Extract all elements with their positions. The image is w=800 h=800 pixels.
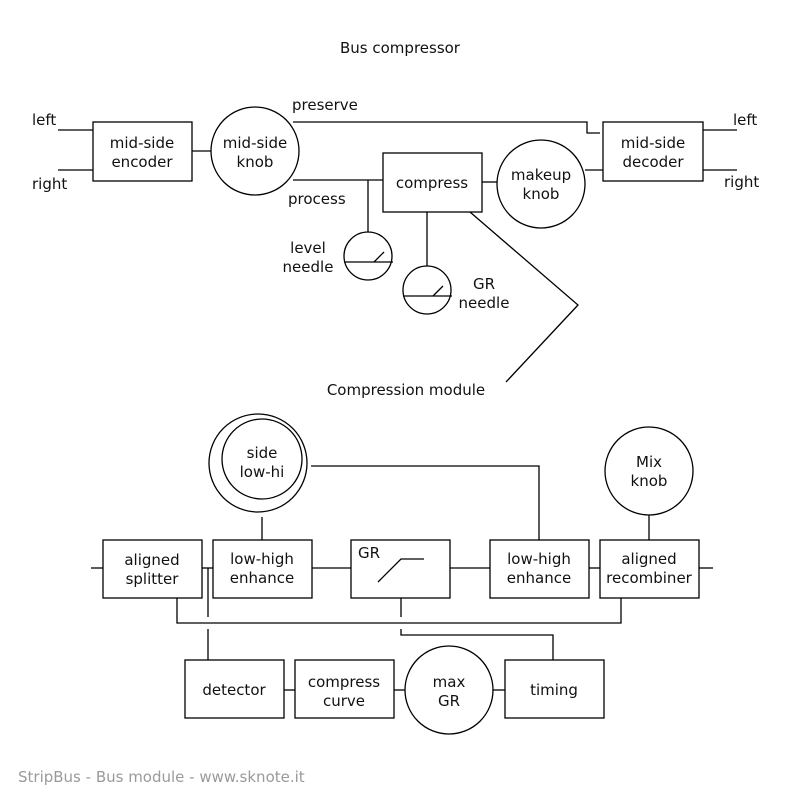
max-gr-label-1: max bbox=[433, 673, 466, 691]
side-knob-label-2: low-hi bbox=[240, 463, 285, 481]
level-needle-meter bbox=[343, 231, 393, 281]
ms-knob-label-2: knob bbox=[237, 153, 274, 171]
diagram-canvas: Bus compressor left right mid-side encod… bbox=[18, 39, 759, 786]
footer-credit: StripBus - Bus module - www.sknote.it bbox=[18, 768, 305, 786]
preserve-path bbox=[293, 121, 600, 134]
level-needle-label-2: needle bbox=[283, 258, 334, 276]
enhance1-label-1: low-high bbox=[230, 550, 294, 568]
preserve-label: preserve bbox=[292, 96, 358, 114]
recombiner-label-1: aligned bbox=[621, 550, 676, 568]
mix-knob-label-1: Mix bbox=[636, 453, 662, 471]
curve-label-1: compress bbox=[308, 673, 380, 691]
side-knob-to-enhance2-line bbox=[311, 465, 540, 540]
timing-label: timing bbox=[530, 681, 578, 699]
ms-knob-label-1: mid-side bbox=[223, 134, 287, 152]
encoder-label-1: mid-side bbox=[110, 134, 174, 152]
recombiner-label-2: recombiner bbox=[606, 569, 693, 587]
level-needle-label-1: level bbox=[290, 239, 326, 257]
decoder-label-1: mid-side bbox=[621, 134, 685, 152]
max-gr-label-2: GR bbox=[438, 692, 460, 710]
callout-label: Compression module bbox=[327, 381, 485, 399]
makeup-label-2: knob bbox=[523, 185, 560, 203]
enhance2-label-1: low-high bbox=[507, 550, 571, 568]
aligned-splitter-block bbox=[102, 539, 203, 599]
encoder-label-2: encoder bbox=[111, 153, 173, 171]
splitter-label-1: aligned bbox=[124, 551, 179, 569]
splitter-to-recombiner-bus bbox=[176, 598, 622, 624]
mix-knob-label-2: knob bbox=[631, 472, 668, 490]
makeup-label-1: makeup bbox=[511, 166, 571, 184]
right-output-label: right bbox=[724, 173, 759, 191]
enhance1-label-2: enhance bbox=[230, 569, 294, 587]
decoder-label-2: decoder bbox=[622, 153, 684, 171]
gr-needle-label-1: GR bbox=[473, 275, 495, 293]
gr-needle-label-2: needle bbox=[459, 294, 510, 312]
mix-knob bbox=[604, 426, 694, 516]
splitter-label-2: splitter bbox=[126, 570, 180, 588]
enhance2-label-2: enhance bbox=[507, 569, 571, 587]
gr-needle-meter bbox=[402, 265, 452, 315]
gr-block-label: GR bbox=[358, 544, 380, 562]
curve-label-2: curve bbox=[323, 692, 365, 710]
compress-label: compress bbox=[396, 174, 468, 192]
makeup-knob bbox=[496, 139, 586, 229]
diagram-title: Bus compressor bbox=[340, 39, 461, 57]
process-label: process bbox=[288, 190, 346, 208]
right-input-label: right bbox=[32, 175, 67, 193]
side-knob-label-1: side bbox=[247, 444, 278, 462]
left-input-label: left bbox=[32, 111, 56, 129]
left-output-label: left bbox=[733, 111, 757, 129]
detector-label: detector bbox=[202, 681, 266, 699]
